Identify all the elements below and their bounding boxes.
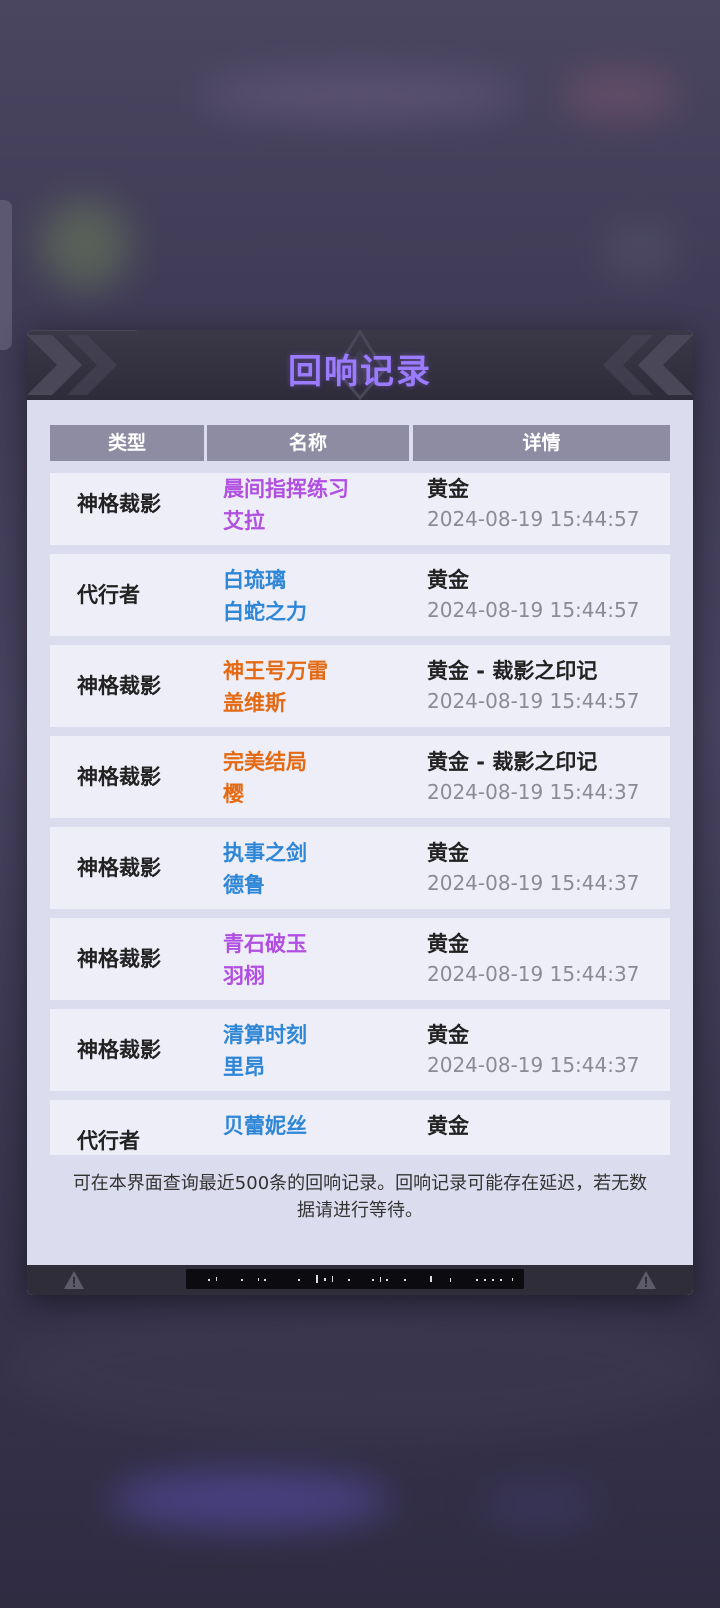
record-detail: 黄金 — [427, 932, 469, 956]
column-header-type: 类型 — [50, 425, 204, 461]
record-name-primary: 清算时刻 — [223, 1023, 307, 1047]
record-name-primary: 贝蕾妮丝 — [223, 1114, 307, 1138]
table-row: 神格裁影 清算时刻 里昂 黄金 2024-08-19 15:44:37 — [50, 1009, 670, 1091]
record-detail: 黄金 - 裁影之印记 — [427, 659, 598, 683]
column-header-name: 名称 — [207, 425, 409, 461]
record-name-primary: 青石破玉 — [223, 932, 307, 956]
record-type: 神格裁影 — [77, 1038, 161, 1062]
table-row: 神格裁影 青石破玉 羽栩 黄金 2024-08-19 15:44:37 — [50, 918, 670, 1000]
dialog-header: 回响记录 — [27, 330, 693, 400]
record-time: 2024-08-19 15:44:57 — [427, 689, 640, 713]
record-detail: 黄金 — [427, 1114, 469, 1138]
warning-icon — [64, 1271, 84, 1289]
table-row: 神格裁影 执事之剑 德鲁 黄金 2024-08-19 15:44:37 — [50, 827, 670, 909]
echo-record-dialog: 回响记录 类型 名称 详情 神格裁影 晨间指挥练习 艾拉 黄金 2024-08-… — [27, 330, 693, 1295]
record-name-secondary: 羽栩 — [223, 964, 265, 988]
record-name-primary: 完美结局 — [223, 750, 307, 774]
record-name-secondary: 里昂 — [223, 1055, 265, 1079]
table-row: 代行者 贝蕾妮丝 黄金 — [50, 1100, 670, 1155]
record-type: 神格裁影 — [77, 856, 161, 880]
info-note: 可在本界面查询最近500条的回响记录。回响记录可能存在延迟，若无数据请进行等待。 — [72, 1173, 648, 1221]
record-detail: 黄金 — [427, 568, 469, 592]
barcode-strip — [186, 1269, 524, 1289]
record-type: 代行者 — [77, 583, 140, 607]
record-time: 2024-08-19 15:44:37 — [427, 1053, 640, 1077]
record-type: 代行者 — [77, 1129, 140, 1153]
record-time: 2024-08-19 15:44:37 — [427, 962, 640, 986]
table-row: 神格裁影 完美结局 樱 黄金 - 裁影之印记 2024-08-19 15:44:… — [50, 736, 670, 818]
warning-icon — [636, 1271, 656, 1289]
record-name-secondary: 白蛇之力 — [223, 600, 307, 624]
table-row: 神格裁影 晨间指挥练习 艾拉 黄金 2024-08-19 15:44:57 — [50, 473, 670, 545]
record-time: 2024-08-19 15:44:57 — [427, 598, 640, 622]
record-name-primary: 神王号万雷 — [223, 659, 328, 683]
record-time: 2024-08-19 15:44:57 — [427, 507, 640, 531]
record-name-primary: 白琉璃 — [223, 568, 286, 592]
record-name-secondary: 盖维斯 — [223, 691, 286, 715]
record-name-secondary: 德鲁 — [223, 873, 265, 897]
record-type: 神格裁影 — [77, 947, 161, 971]
record-time: 2024-08-19 15:44:37 — [427, 871, 640, 895]
record-detail: 黄金 — [427, 1023, 469, 1047]
record-name-secondary: 樱 — [223, 782, 244, 806]
record-name-primary: 晨间指挥练习 — [223, 477, 349, 501]
dialog-footer — [27, 1265, 693, 1295]
record-detail: 黄金 — [427, 841, 469, 865]
record-type: 神格裁影 — [77, 492, 161, 516]
table-row: 代行者 白琉璃 白蛇之力 黄金 2024-08-19 15:44:57 — [50, 554, 670, 636]
column-header-detail: 详情 — [413, 425, 670, 461]
record-name-secondary: 艾拉 — [223, 509, 265, 533]
record-detail: 黄金 — [427, 477, 469, 501]
record-type: 神格裁影 — [77, 674, 161, 698]
table-header: 类型 名称 详情 — [50, 425, 670, 461]
record-detail: 黄金 - 裁影之印记 — [427, 750, 598, 774]
record-name-primary: 执事之剑 — [223, 841, 307, 865]
record-time: 2024-08-19 15:44:37 — [427, 780, 640, 804]
record-list[interactable]: 神格裁影 晨间指挥练习 艾拉 黄金 2024-08-19 15:44:57 代行… — [50, 473, 670, 1155]
chevron-decoration-icon — [603, 335, 693, 395]
side-drawer-handle[interactable] — [0, 200, 12, 350]
table-row: 神格裁影 神王号万雷 盖维斯 黄金 - 裁影之印记 2024-08-19 15:… — [50, 645, 670, 727]
record-type: 神格裁影 — [77, 765, 161, 789]
